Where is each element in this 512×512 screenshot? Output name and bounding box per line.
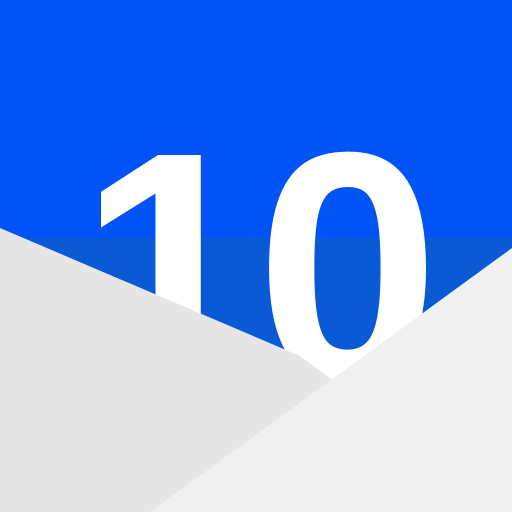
calendar-envelope-icon: 10 bbox=[0, 0, 512, 512]
app-icon[interactable]: 10 bbox=[0, 0, 512, 512]
